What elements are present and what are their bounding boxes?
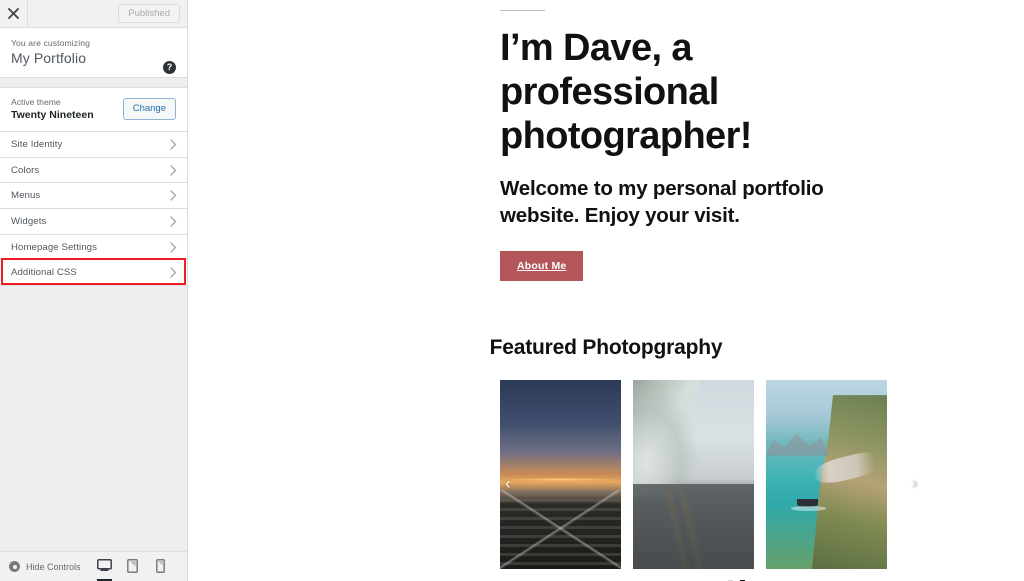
help-icon[interactable] bbox=[163, 61, 176, 74]
sidebar-item-label: Site Identity bbox=[11, 138, 63, 150]
customizer-sidebar: Published You are customizing My Portfol… bbox=[0, 0, 188, 581]
close-customizer-button[interactable] bbox=[0, 0, 28, 27]
about-me-button[interactable]: About Me bbox=[500, 251, 584, 281]
mountain-shape bbox=[766, 433, 829, 456]
active-theme-text: Active theme Twenty Nineteen bbox=[11, 97, 123, 121]
close-icon bbox=[8, 8, 19, 19]
device-preview-switcher bbox=[96, 555, 169, 581]
customizer-screen: Published You are customizing My Portfol… bbox=[0, 0, 1024, 581]
tablet-icon bbox=[127, 558, 138, 573]
chevron-right-icon bbox=[170, 267, 177, 278]
sidebar-item-widgets[interactable]: Widgets bbox=[0, 209, 187, 235]
sidebar-item-label: Homepage Settings bbox=[11, 241, 97, 253]
sidebar-item-additional-css[interactable]: Additional CSS bbox=[0, 260, 187, 287]
sidebar-item-label: Widgets bbox=[11, 215, 47, 227]
carousel-slide[interactable] bbox=[500, 380, 621, 569]
foggy-winter-road-image bbox=[633, 380, 754, 569]
chevron-right-icon bbox=[170, 139, 177, 150]
hero-section: I’m Dave, a professional photographer! W… bbox=[188, 10, 1024, 281]
active-theme-label: Active theme bbox=[11, 97, 61, 107]
site-title: My Portfolio bbox=[11, 50, 87, 66]
mobile-icon bbox=[156, 558, 165, 573]
desktop-icon bbox=[97, 558, 112, 571]
carousel-prev-arrow[interactable]: ‹ bbox=[505, 474, 511, 491]
sidebar-item-homepage-settings[interactable]: Homepage Settings bbox=[0, 234, 187, 261]
chevron-right-icon bbox=[170, 216, 177, 227]
chevron-right-icon bbox=[170, 190, 177, 201]
publish-button[interactable]: Published bbox=[118, 3, 180, 24]
customizer-section-list: Site Identity Colors Menus Widgets Homep… bbox=[0, 132, 187, 287]
photo-carousel: ‹ › bbox=[500, 380, 918, 581]
change-theme-button[interactable]: Change bbox=[122, 98, 176, 120]
tablet-preview-button[interactable] bbox=[124, 555, 141, 579]
featured-section-heading: Featured Photopgraphy bbox=[489, 336, 723, 359]
boat-shape bbox=[791, 499, 826, 510]
sidebar-gap bbox=[0, 78, 187, 87]
hero-top-divider bbox=[500, 10, 545, 11]
customizing-panel-title: You are customizing My Portfolio bbox=[0, 28, 187, 78]
site-preview-frame[interactable]: I’m Dave, a professional photographer! W… bbox=[188, 0, 1024, 581]
carousel-next-arrow[interactable]: › bbox=[912, 474, 918, 491]
sidebar-item-colors[interactable]: Colors bbox=[0, 157, 187, 184]
hero-heading: I’m Dave, a professional photographer! bbox=[500, 27, 752, 157]
chevron-right-icon bbox=[170, 164, 177, 176]
hero-subheading: Welcome to my personal portfolio website… bbox=[500, 177, 824, 227]
hide-controls-icon bbox=[9, 561, 20, 572]
carousel-slide[interactable] bbox=[633, 380, 754, 569]
active-theme-section: Active theme Twenty Nineteen Change bbox=[0, 87, 187, 132]
customizer-footer: Hide Controls bbox=[0, 551, 187, 581]
sidebar-item-label: Menus bbox=[11, 190, 41, 202]
active-theme-name: Twenty Nineteen bbox=[11, 109, 94, 121]
carousel-slide[interactable] bbox=[766, 380, 887, 569]
mobile-preview-button[interactable] bbox=[152, 555, 169, 579]
sidebar-item-menus[interactable]: Menus bbox=[0, 183, 187, 210]
railroad-tracks-at-sunset-image bbox=[500, 380, 621, 569]
desktop-preview-button[interactable] bbox=[96, 555, 113, 581]
carousel-slides bbox=[500, 380, 900, 569]
sidebar-empty-area bbox=[0, 286, 187, 551]
sidebar-item-label: Additional CSS bbox=[11, 267, 77, 279]
coastal-cliff-road-with-boat-image bbox=[766, 380, 887, 569]
sidebar-item-label: Colors bbox=[11, 164, 40, 176]
sidebar-item-site-identity[interactable]: Site Identity bbox=[0, 132, 187, 158]
hide-controls-button[interactable]: Hide Controls bbox=[9, 561, 96, 572]
customizing-label: You are customizing bbox=[11, 38, 90, 48]
chevron-right-icon bbox=[170, 241, 177, 253]
hide-controls-label: Hide Controls bbox=[26, 561, 81, 572]
customizer-header: Published bbox=[0, 0, 187, 28]
